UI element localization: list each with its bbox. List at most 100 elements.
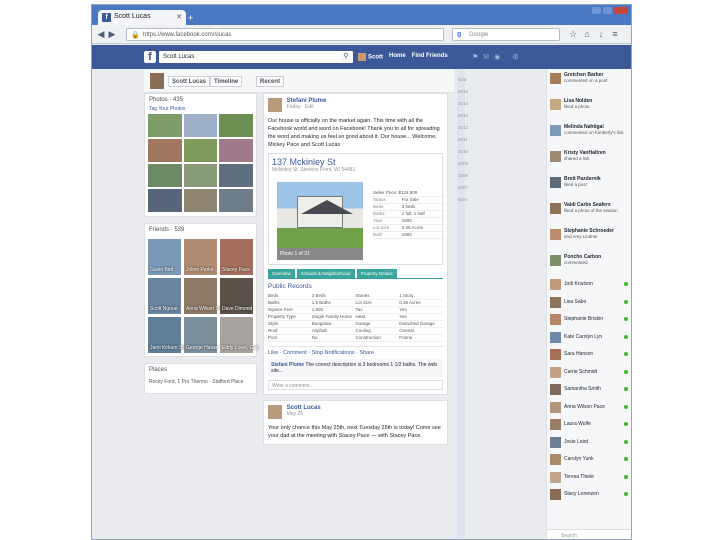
nav-profile[interactable]: Scott (358, 53, 383, 61)
year-link[interactable]: 2008 (458, 173, 476, 185)
comment-input[interactable]: Write a comment... (268, 380, 443, 390)
ticker-item[interactable]: Lisa Nolden liked a photo (547, 95, 631, 121)
photo-thumb[interactable] (219, 189, 253, 212)
search-icon[interactable]: ⚲ (341, 52, 351, 62)
friend-tile[interactable]: Anna Wilson Tower (184, 278, 229, 314)
photo-thumb[interactable] (148, 139, 182, 162)
online-friend[interactable]: Carolyn Yunk (547, 452, 631, 470)
online-friend[interactable]: Stephanie Brisbin (547, 312, 631, 330)
profile-avatar[interactable] (150, 73, 164, 89)
friend-tile[interactable]: George Hasse (184, 317, 218, 353)
photo-thumb[interactable] (148, 114, 182, 137)
browser-search-box[interactable]: g Google (452, 28, 560, 41)
year-link[interactable]: 2013 (458, 113, 476, 125)
online-friend[interactable]: Sara Hanson (547, 347, 631, 365)
address-bar[interactable]: 🔒 https://www.facebook.com/slucas (126, 28, 444, 41)
online-friend[interactable]: Carrie Schmidt (547, 365, 631, 383)
back-icon[interactable]: ◀ (96, 29, 106, 39)
ticker-item[interactable]: Brett Pazdernik liked a post (547, 173, 631, 199)
photo-thumb[interactable] (219, 139, 253, 162)
photo-thumb[interactable] (183, 139, 218, 162)
post-time[interactable]: Friday · Edit (287, 104, 327, 110)
places-text[interactable]: Rocky Ford, 1 Pro Thermo · Stafford Plac… (145, 376, 256, 393)
photo-thumb[interactable] (183, 114, 218, 137)
online-friend[interactable]: Lisa Sabo (547, 295, 631, 313)
new-tab-icon[interactable]: + (188, 13, 193, 23)
photo-thumb[interactable] (183, 189, 218, 212)
online-friend[interactable]: Kate Carolyn Lyn (547, 330, 631, 348)
year-link[interactable]: 2009 (458, 161, 476, 173)
ticker-item[interactable]: Valdi Carbe Seafers liked a photo of the … (547, 199, 631, 225)
online-friend[interactable]: Teresa Thiele (547, 470, 631, 488)
photo-thumb[interactable] (148, 164, 182, 187)
friend-tile[interactable]: Dave Dimond (220, 278, 253, 314)
ticker-item[interactable]: Poncho Carbon commented (547, 251, 631, 277)
year-link[interactable]: 2015 (458, 89, 476, 101)
photo-thumb[interactable] (219, 114, 253, 137)
photo-thumb[interactable] (219, 164, 253, 187)
ticker-item[interactable]: Gretchen Barber commented on a post (547, 69, 631, 95)
online-friend[interactable]: Laura Wolfe (547, 417, 631, 435)
recent-dropdown[interactable]: Recent (256, 76, 285, 87)
post-author-avatar[interactable] (268, 405, 282, 419)
photos-title[interactable]: Photos · 435 (145, 94, 256, 106)
nav-home[interactable]: Home (389, 53, 406, 61)
friend-tile[interactable]: Jami Kirkum Stamper (148, 317, 198, 353)
facebook-top-bar: f Scott Lucas ⚲ Scott Home Find Friends … (92, 45, 631, 69)
listing-address[interactable]: 137 Mckinley St (272, 157, 439, 167)
minimize-icon[interactable] (592, 7, 601, 14)
timeline-button[interactable]: Timeline (210, 76, 243, 87)
nav-find-friends[interactable]: Find Friends (412, 53, 448, 61)
year-link[interactable]: 2012 (458, 125, 476, 137)
tab-schools[interactable]: Schools & Neighborhood (296, 269, 355, 278)
online-friends-list: Jodi Knutson Lisa Sabo Stephanie Brisbin Ka… (547, 277, 631, 505)
post-actions[interactable]: Like · Comment · Stop Notifications · Sh… (268, 346, 443, 356)
menu-icon[interactable]: ≡ (610, 29, 620, 39)
online-friend[interactable]: Anna Wilson Pace (547, 400, 631, 418)
facebook-search-input[interactable]: Scott Lucas ⚲ (159, 51, 353, 63)
friend-tile[interactable]: Stacey Pace (220, 239, 253, 275)
online-status-icon (624, 439, 628, 444)
ticker-item[interactable]: Kristy VanHaltren shared a link (547, 147, 631, 173)
post-author-avatar[interactable] (268, 98, 282, 112)
close-tab-icon[interactable]: ✕ (176, 13, 182, 21)
year-link[interactable]: Now (458, 77, 476, 89)
listing-preview[interactable]: 137 Mckinley St Mckinley St, Stevens Poi… (268, 153, 445, 265)
left-column: Photos · 435 Tag Your Photos Friends · 5… (144, 93, 258, 539)
browser-tab[interactable]: f Scott Lucas ✕ (98, 10, 186, 25)
avatar (550, 384, 561, 395)
ticker-item[interactable]: Stephanie Schroeder and Amy Lindner (547, 225, 631, 251)
facebook-logo-icon[interactable]: f (144, 51, 156, 63)
places-title[interactable]: Places (145, 364, 256, 376)
online-friend[interactable]: Samantha Smith (547, 382, 631, 400)
year-link[interactable]: 2014 (458, 101, 476, 113)
star-icon[interactable]: ☆ (568, 29, 578, 39)
download-icon[interactable]: ↓ (596, 29, 606, 39)
close-window-icon[interactable] (614, 7, 628, 14)
maximize-icon[interactable] (603, 7, 612, 14)
forward-icon[interactable]: ▶ (107, 29, 117, 39)
home-icon[interactable]: ⌂ (582, 29, 592, 39)
tab-property-details[interactable]: Property Details (356, 269, 397, 278)
chat-search-input[interactable]: Search (547, 529, 631, 539)
friend-tile[interactable]: Joline Parks (184, 239, 217, 275)
profile-name-button[interactable]: Scott Lucas (168, 76, 211, 87)
year-link[interactable]: 2007 (458, 185, 476, 197)
online-friend[interactable]: Stacy Lorenzen (547, 487, 631, 505)
friend-tile[interactable]: Eddy Lowe, Gail (220, 317, 258, 353)
photo-thumb[interactable] (148, 189, 182, 212)
ticker-item[interactable]: Melinda Nahtigal commented on Kimberly's … (547, 121, 631, 147)
post-time[interactable]: May 25 (287, 411, 321, 417)
year-link[interactable]: 2010 (458, 149, 476, 161)
photo-thumb[interactable] (183, 164, 218, 187)
tab-overview[interactable]: Overview (268, 269, 295, 278)
house-photo[interactable] (277, 182, 363, 248)
friends-title[interactable]: Friends · 539 (145, 224, 256, 236)
year-link[interactable]: 2011 (458, 137, 476, 149)
online-friend[interactable]: Jodi Knutson (547, 277, 631, 295)
year-link[interactable]: Born (458, 197, 476, 209)
friend-tile[interactable]: Scott Ngoue (148, 278, 181, 314)
online-friend[interactable]: Josie Laird (547, 435, 631, 453)
friend-tile[interactable]: Gavin Bird (148, 239, 181, 275)
notification-icons[interactable]: ⚑✉◉ ⚙ (472, 53, 523, 61)
